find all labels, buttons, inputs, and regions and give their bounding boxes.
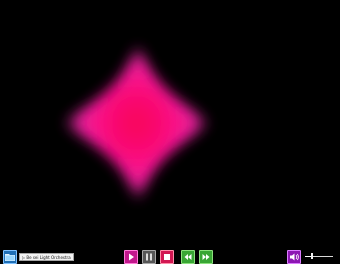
stop-icon [164,254,170,260]
volume-icon [290,253,299,261]
rewind-icon [184,254,192,260]
folder-icon [5,254,15,261]
control-bar: ▷ Be sei Light Orchestra [0,246,340,264]
pause-button[interactable] [142,250,156,264]
pause-icon [146,253,152,261]
visualizer-glow [62,42,211,204]
visualizer-stage [0,0,340,246]
fast-forward-icon [202,254,210,260]
stop-button[interactable] [160,250,174,264]
glow-core [80,58,194,188]
volume-slider[interactable] [305,253,333,259]
play-button[interactable] [124,250,138,264]
track-label: ▷ Be sei Light Orchestra [19,253,74,261]
rewind-button[interactable] [181,250,195,264]
fast-forward-button[interactable] [199,250,213,264]
volume-thumb[interactable] [311,253,314,259]
play-icon [129,253,134,261]
volume-button[interactable] [287,250,301,264]
open-folder-button[interactable] [3,250,17,264]
